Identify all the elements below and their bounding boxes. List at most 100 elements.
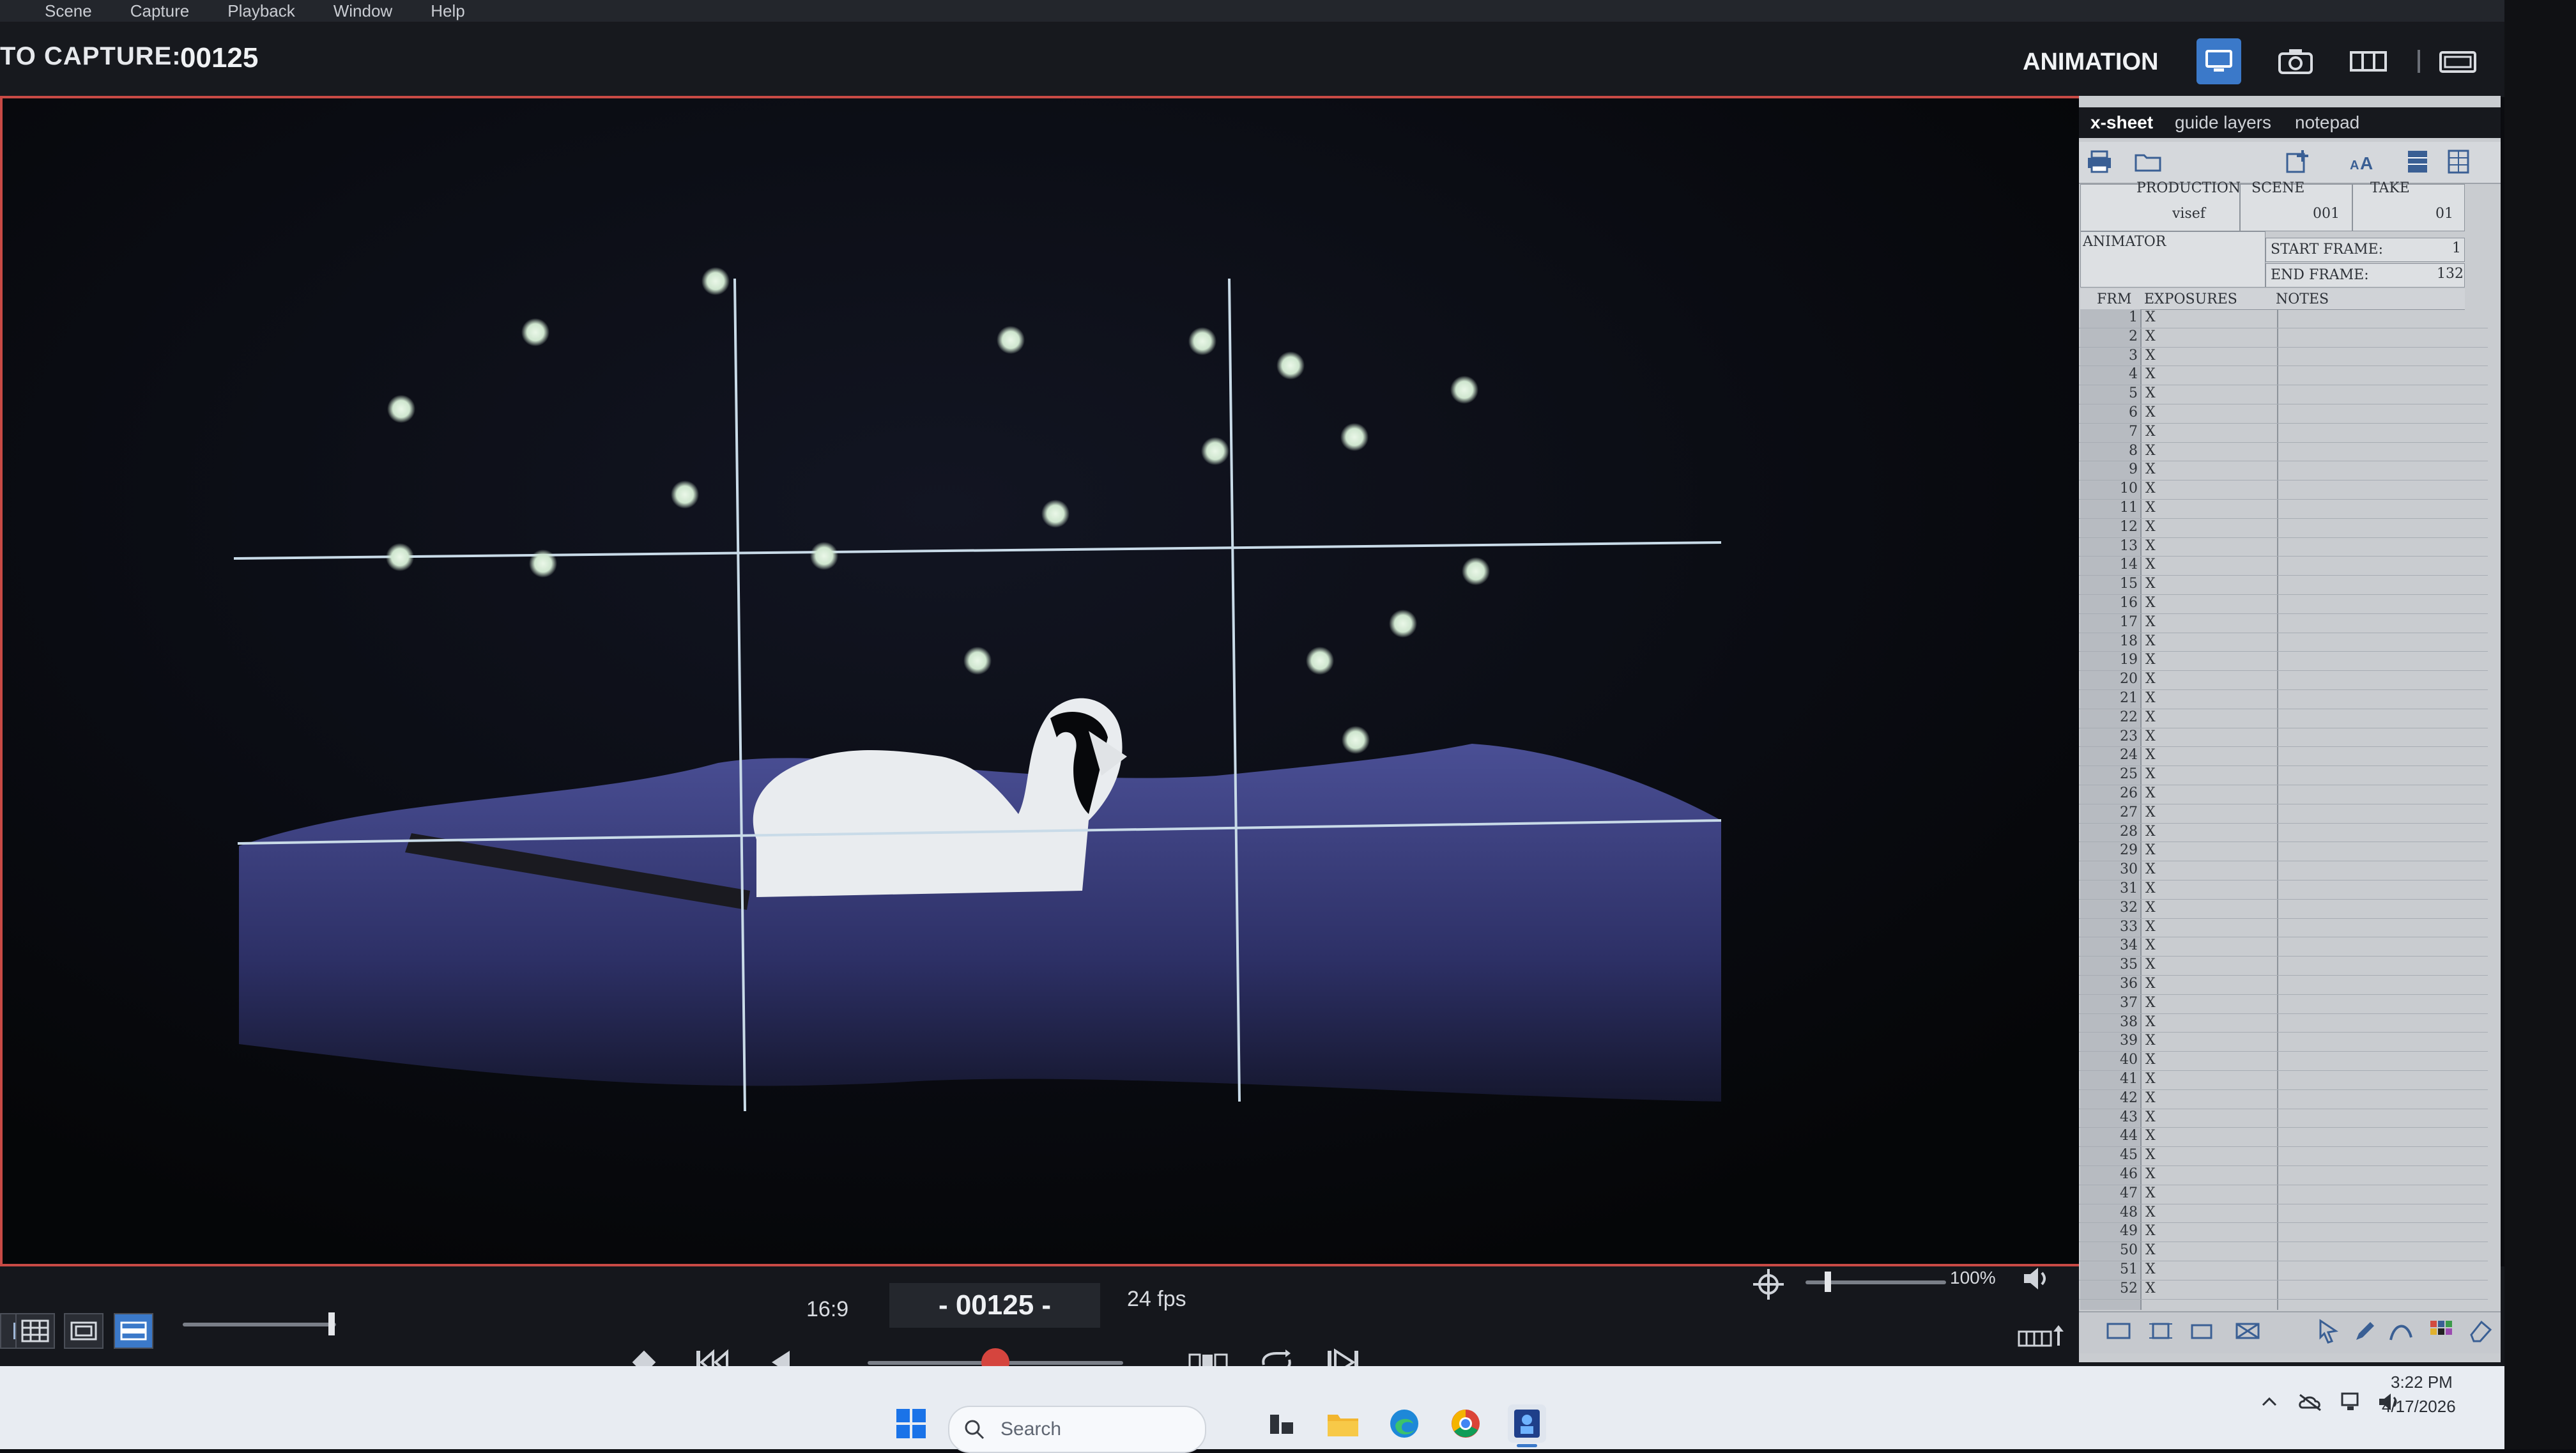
grid-view-button[interactable] [15,1313,55,1349]
chrome-browser-button[interactable] [1446,1404,1485,1443]
x-sheet-row[interactable]: 9X [2079,461,2501,481]
export-button[interactable] [2018,1324,2066,1349]
x-sheet-row[interactable]: 46 X [2079,1166,2501,1185]
current-frame-display[interactable]: - 00125 - [889,1283,1100,1328]
zoom-slider-handle[interactable] [1825,1272,1831,1292]
x-sheet-row[interactable]: 50 X [2079,1242,2501,1261]
task-view-button[interactable] [1262,1404,1301,1443]
start-button[interactable] [892,1404,930,1443]
x-sheet-row[interactable]: 22 X [2079,709,2501,728]
column-view-button[interactable] [2404,148,2432,175]
x-sheet-row[interactable]: 30 X [2079,861,2501,880]
x-sheet-row[interactable]: 17 X [2079,614,2501,633]
single-view-button[interactable] [64,1313,103,1349]
x-sheet-row[interactable]: 16 X [2079,595,2501,614]
x-sheet-row[interactable]: 29 X [2079,842,2501,862]
x-sheet-row[interactable]: 37 X [2079,995,2501,1014]
x-sheet-row[interactable]: 51 X [2079,1261,2501,1280]
x-sheet-row[interactable]: 52 X [2079,1280,2501,1300]
x-sheet-row[interactable]: 2X [2079,328,2501,348]
color-tool-button[interactable] [2426,1318,2455,1344]
monitor-view-button[interactable] [2196,38,2241,84]
x-sheet-row[interactable]: 26 X [2079,785,2501,804]
x-sheet-row[interactable]: 8X [2079,443,2501,462]
taskbar-search[interactable]: Search [948,1406,1206,1453]
x-sheet-row[interactable]: 31 X [2079,880,2501,900]
x-sheet-row[interactable]: 28 X [2079,824,2501,843]
grid-options-button[interactable] [2444,148,2472,175]
x-sheet-row[interactable]: 32 X [2079,900,2501,919]
print-button[interactable] [2085,148,2113,175]
x-sheet-row[interactable]: 43 X [2079,1109,2501,1128]
menu-capture[interactable]: Capture [130,1,190,21]
capture-viewer[interactable] [0,96,2090,1266]
tool-button-2[interactable] [2147,1318,2175,1344]
tray-network-button[interactable] [2338,1388,2366,1416]
edge-browser-button[interactable] [1385,1404,1423,1443]
font-size-button[interactable]: A A [2349,148,2377,175]
window-view-button[interactable] [2435,38,2480,84]
x-sheet-row[interactable]: 7X [2079,424,2501,443]
x-sheet-row[interactable]: 6X [2079,404,2501,424]
stop-motion-app-button[interactable] [1508,1404,1546,1443]
menu-window[interactable]: Window [334,1,392,21]
timeline-view-button[interactable] [2346,38,2391,84]
x-sheet-row[interactable]: 21 X [2079,690,2501,709]
x-sheet-row[interactable]: 5X [2079,385,2501,404]
x-sheet-row[interactable]: 14 X [2079,557,2501,576]
x-sheet-row[interactable]: 12 X [2079,519,2501,538]
x-sheet-row[interactable]: 42 X [2079,1090,2501,1109]
x-sheet-row[interactable]: 18 X [2079,633,2501,652]
tray-cloud-button[interactable] [2296,1388,2324,1416]
x-sheet-row[interactable]: 38 X [2079,1014,2501,1033]
taskbar-clock-time[interactable]: 3:22 PM [2391,1372,2453,1392]
volume-button[interactable] [2021,1264,2057,1296]
eraser-tool-button[interactable] [2466,1318,2494,1344]
tray-overflow-button[interactable] [2255,1388,2283,1416]
menu-playback[interactable]: Playback [227,1,295,21]
x-sheet-row[interactable]: 24 X [2079,747,2501,767]
x-sheet-row[interactable]: 40 X [2079,1052,2501,1071]
x-sheet-row[interactable]: 1X [2079,309,2501,328]
tool-button-4[interactable] [2234,1318,2262,1344]
x-sheet-row[interactable]: 15 X [2079,576,2501,595]
x-sheet-row[interactable]: 39 X [2079,1033,2501,1052]
tab-notepad[interactable]: notepad [2295,112,2359,133]
x-sheet-row[interactable]: 48 X [2079,1204,2501,1224]
crosshair-button[interactable] [1751,1266,1786,1302]
x-sheet-row[interactable]: 20 X [2079,671,2501,690]
menu-help[interactable]: Help [431,1,464,21]
curve-tool-button[interactable] [2387,1318,2415,1344]
x-sheet-row[interactable]: 11 X [2079,500,2501,519]
x-sheet-row[interactable]: 19 X [2079,652,2501,672]
x-sheet-row[interactable]: 3X [2079,348,2501,367]
x-sheet-row[interactable]: 41 X [2079,1071,2501,1090]
taskbar-clock-date[interactable]: 4/17/2026 [2382,1397,2456,1417]
x-sheet-row[interactable]: 10 X [2079,480,2501,500]
x-sheet-row[interactable]: 4X [2079,366,2501,386]
x-sheet-row[interactable]: 47 X [2079,1185,2501,1204]
menu-scene[interactable]: Scene [45,1,92,21]
camera-view-button[interactable] [2273,38,2318,84]
open-folder-button[interactable] [2134,148,2162,175]
aspect-ratio-label[interactable]: 16:9 [806,1297,848,1322]
x-sheet-row[interactable]: 27 X [2079,804,2501,824]
x-sheet-row[interactable]: 33 X [2079,919,2501,938]
x-sheet-row[interactable]: 34 X [2079,937,2501,957]
fps-label[interactable]: 24 fps [1127,1287,1186,1312]
x-sheet-row[interactable]: 25 X [2079,766,2501,785]
x-sheet-row[interactable]: 35 X [2079,957,2501,976]
x-sheet-row[interactable]: 44 X [2079,1128,2501,1148]
file-explorer-button[interactable] [1324,1404,1362,1443]
onion-skin-slider[interactable] [183,1323,336,1326]
x-sheet-row[interactable]: 36 X [2079,976,2501,995]
tool-button-3[interactable] [2189,1318,2217,1344]
onion-skin-slider-handle[interactable] [328,1312,335,1335]
x-sheet-row[interactable]: 13 X [2079,538,2501,557]
tool-button-1[interactable] [2104,1318,2133,1344]
x-sheet-row[interactable]: 49 X [2079,1223,2501,1243]
add-row-button[interactable] [2283,148,2312,175]
tab-x-sheet[interactable]: x-sheet [2090,112,2153,133]
wide-view-button[interactable] [114,1313,153,1349]
select-tool-button[interactable] [2315,1318,2343,1344]
